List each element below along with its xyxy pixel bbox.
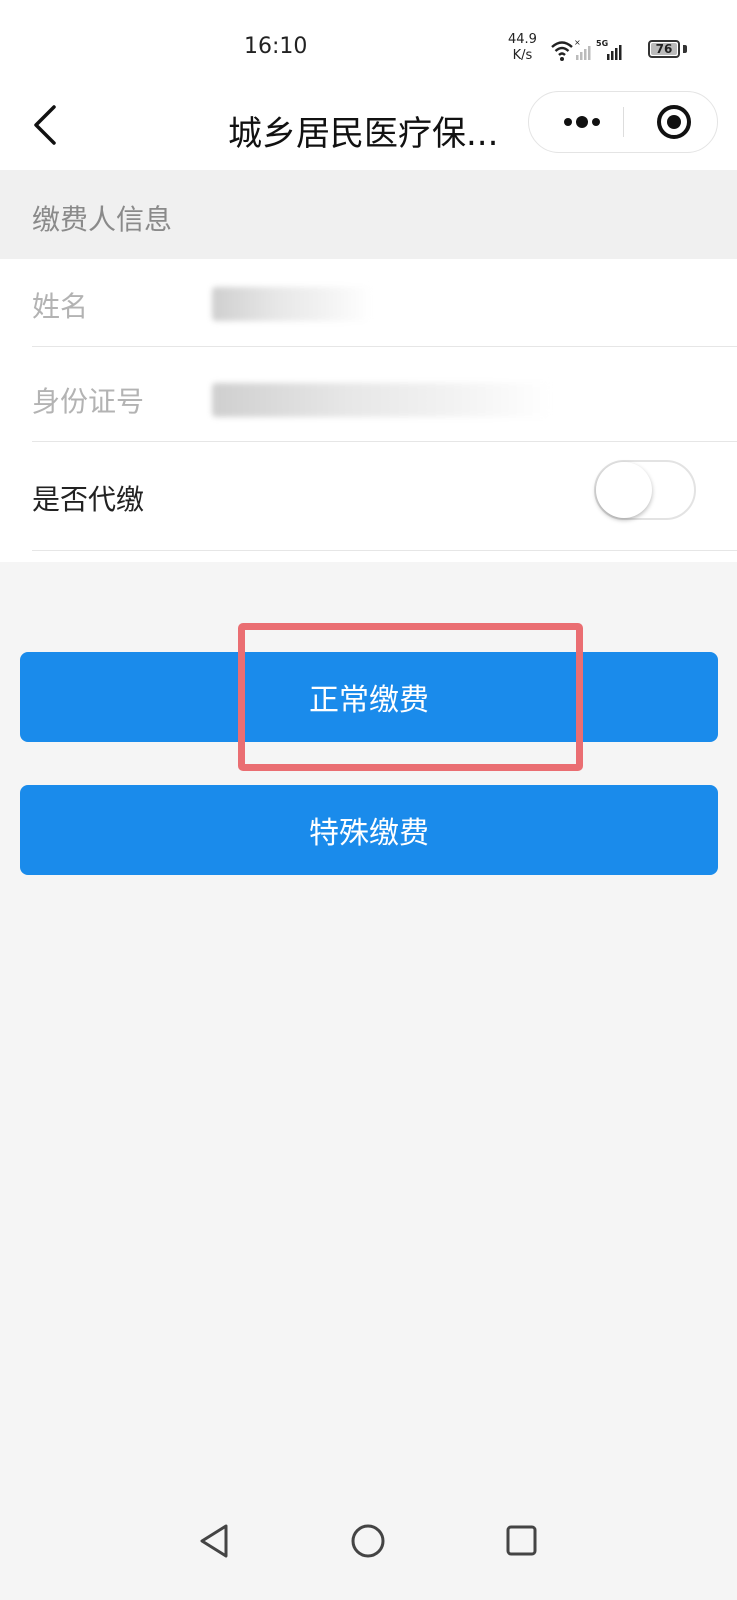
name-value-redacted: [212, 287, 372, 321]
proxy-toggle[interactable]: [594, 460, 696, 520]
highlight-annotation: [238, 623, 583, 771]
battery-icon: 76: [648, 40, 680, 58]
network-speed-value: 44.9: [508, 32, 537, 47]
special-payment-button[interactable]: 特殊缴费: [20, 785, 718, 875]
row-divider: [32, 550, 737, 551]
id-value-redacted: [212, 383, 552, 417]
system-nav-bar: [200, 1524, 537, 1558]
id-row: 身份证号: [0, 347, 737, 442]
battery-tip: [683, 45, 687, 53]
sim1-signal-icon: ×: [574, 38, 591, 60]
network-speed: 44.9 K/s: [508, 32, 537, 64]
name-row: 姓名: [0, 259, 737, 347]
sim2-signal-icon: 5G: [596, 39, 622, 60]
proxy-row: 是否代缴: [0, 442, 737, 551]
network-speed-unit: K/s: [512, 48, 533, 63]
close-miniprogram-icon[interactable]: [649, 92, 699, 152]
wifi-icon: [551, 41, 573, 61]
battery-level: 76: [655, 42, 673, 56]
section-title: 缴费人信息: [32, 203, 173, 236]
status-time: 16:10: [244, 34, 308, 59]
id-label: 身份证号: [32, 385, 145, 418]
nav-back-icon[interactable]: [200, 1524, 228, 1558]
nav-recents-icon[interactable]: [506, 1525, 537, 1556]
nav-bar: 城乡居民医疗保...: [0, 90, 737, 170]
name-label: 姓名: [32, 290, 89, 323]
nav-home-icon[interactable]: [351, 1524, 385, 1558]
page-title: 城乡居民医疗保...: [228, 114, 499, 154]
section-header: 缴费人信息: [0, 170, 737, 259]
signal-icons: × 5G: [551, 38, 622, 61]
svg-text:×: ×: [574, 38, 581, 47]
back-arrow-icon[interactable]: [28, 103, 68, 147]
payer-form: 姓名 身份证号 是否代缴: [0, 259, 737, 562]
miniprogram-capsule: [528, 91, 718, 153]
network-type: 5G: [596, 39, 608, 48]
toggle-knob: [596, 462, 652, 518]
proxy-label: 是否代缴: [32, 483, 145, 516]
more-dots-icon[interactable]: [557, 92, 607, 152]
status-bar: 16:10 44.9 K/s × 5G 76: [0, 0, 737, 90]
capsule-divider: [623, 107, 624, 137]
